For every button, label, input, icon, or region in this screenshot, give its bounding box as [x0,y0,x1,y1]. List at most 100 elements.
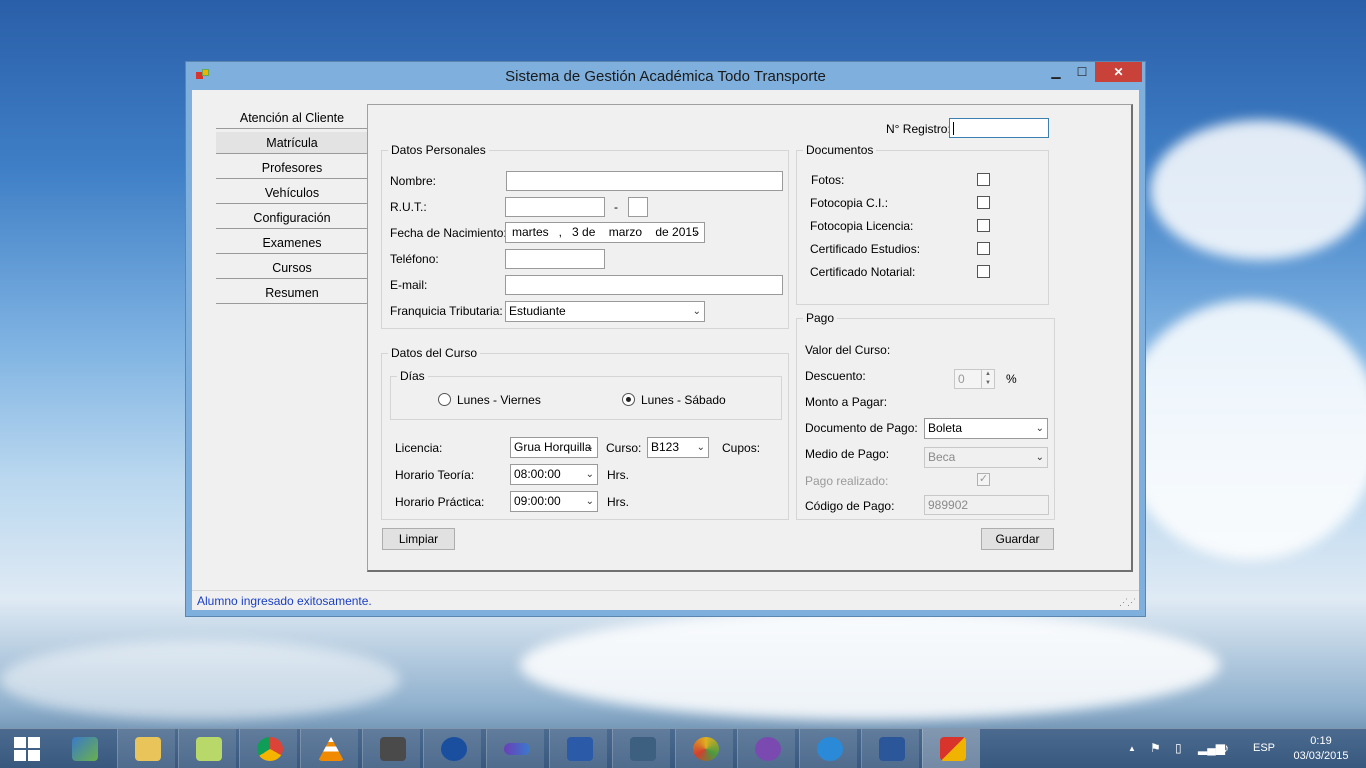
sublime-icon [380,737,406,761]
clock-date: 03/03/2015 [1293,750,1349,762]
taskbar-app-network-tool[interactable] [55,729,113,768]
chevron-down-icon: ⌄ [692,306,701,317]
rut-dv-input[interactable] [628,197,648,217]
registro-input[interactable] [949,118,1049,138]
valor-curso-label: Valor del Curso: [805,343,891,357]
medio-pago-select: Beca ⌄ [924,447,1048,468]
descuento-value: 0 [958,372,965,386]
doc-notarial-checkbox[interactable] [977,265,990,278]
tray-expand-icon[interactable]: ▲ [1128,744,1136,753]
taskbar-app-sublime[interactable] [362,729,420,768]
curso-value: B123 [651,440,680,454]
horario-teoria-select[interactable]: 08:00:00 ⌄ [510,464,598,485]
taskbar-app-powershell[interactable] [549,729,607,768]
taskbar-app-android-tool[interactable] [675,729,733,768]
lunes-sabado-label[interactable]: Lunes - Sábado [641,393,726,407]
clock-time: 0:19 [1310,735,1332,747]
horario-practica-label: Horario Práctica: [395,495,485,509]
text-caret [953,122,954,135]
franquicia-select[interactable]: Estudiante ⌄ [505,301,705,322]
nav-resumen[interactable]: Resumen [216,282,368,304]
datos-curso-title: Datos del Curso [388,346,481,360]
start-button[interactable] [14,737,40,761]
word-icon [879,737,905,761]
teoria-hrs-label: Hrs. [607,468,629,482]
pago-realizado-checkbox: ✓ [977,473,990,486]
taskbar-app-github[interactable] [737,729,795,768]
curso-select[interactable]: B123 ⌄ [647,437,709,458]
nav-cursos[interactable]: Cursos [216,257,368,279]
documento-pago-label: Documento de Pago: [805,421,918,435]
nombre-input[interactable] [506,171,783,191]
taskbar-app-bluetooth[interactable] [423,729,481,768]
nav-examenes[interactable]: Examenes [216,232,368,254]
doc-fotos-checkbox[interactable] [977,173,990,186]
franquicia-value: Estudiante [509,304,566,318]
documentos-title: Documentos [803,143,877,157]
chevron-down-icon: ⌄ [585,496,594,507]
taskbar-app-vlc[interactable] [300,729,358,768]
flag-icon[interactable]: ⚑ [1150,741,1161,755]
doc-estudios-checkbox[interactable] [977,242,990,255]
taskbar-app-infinity[interactable] [486,729,544,768]
taskbar-app-mysql-workbench[interactable] [612,729,670,768]
fecha-nacimiento-label: Fecha de Nacimiento: [390,226,507,240]
cupos-label: Cupos: [722,441,761,455]
doc-licencia-checkbox[interactable] [977,219,990,232]
android-tool-icon [693,737,719,761]
signal-icon[interactable]: ▂▄▆ [1198,741,1225,755]
taskbar-app-notes[interactable] [178,729,236,768]
close-button[interactable]: ✕ [1095,62,1142,82]
minimize-button[interactable]: ▁ [1046,62,1066,82]
taskbar-app-chrome[interactable] [239,729,297,768]
nav-configuracion[interactable]: Configuración [216,207,368,229]
doc-fotos-label: Fotos: [811,173,845,187]
descuento-stepper[interactable]: 0 ▲ ▼ [954,369,995,389]
radio-lunes-sabado[interactable] [622,393,635,406]
nav-matricula[interactable]: Matrícula [216,132,368,154]
practica-hrs-label: Hrs. [607,495,629,509]
chevron-down-icon: ⌄ [692,227,701,238]
chevron-down-icon: ⌄ [1035,452,1044,463]
nav-profesores[interactable]: Profesores [216,157,368,179]
limpiar-button[interactable]: Limpiar [382,528,455,550]
telefono-input[interactable] [505,249,605,269]
rut-separator: - [614,200,618,214]
licencia-select[interactable]: Grua Horquilla ⌄ [510,437,598,458]
maximize-button[interactable]: ☐ [1072,62,1092,82]
battery-icon[interactable]: ▯ [1175,741,1182,755]
doc-ci-checkbox[interactable] [977,196,990,209]
documento-pago-value: Boleta [928,421,963,435]
radio-lunes-viernes[interactable] [438,393,451,406]
desktop-cloud [1120,300,1366,560]
email-label: E-mail: [390,278,428,292]
guardar-button[interactable]: Guardar [981,528,1054,550]
title-bar[interactable]: Sistema de Gestión Académica Todo Transp… [186,62,1145,90]
monto-pagar-label: Monto a Pagar: [805,395,888,409]
chevron-down-icon: ⌄ [585,469,594,480]
fecha-nacimiento-picker[interactable]: martes , 3 de marzo de 2015 ⌄ [505,222,705,243]
rut-input[interactable] [505,197,605,217]
volume-icon[interactable]: ♪ [1223,741,1229,755]
horario-practica-select[interactable]: 09:00:00 ⌄ [510,491,598,512]
documento-pago-select[interactable]: Boleta ⌄ [924,418,1048,439]
taskbar-app-winforms[interactable] [922,729,980,768]
taskbar-app-word[interactable] [861,729,919,768]
taskbar-app-internet-explorer[interactable] [799,729,857,768]
clock[interactable]: 0:19 03/03/2015 [1290,734,1352,764]
spinner-arrows-icon[interactable]: ▲ ▼ [981,370,994,388]
lunes-viernes-label[interactable]: Lunes - Viernes [457,393,541,407]
medio-pago-label: Medio de Pago: [805,447,890,461]
documentos-group: Documentos Fotos: Fotocopia C.I.: Fotoco… [796,143,1049,305]
language-indicator[interactable]: ESP [1253,742,1275,754]
vlc-icon [318,737,344,761]
nav-vehiculos[interactable]: Vehículos [216,182,368,204]
descuento-label: Descuento: [805,369,866,383]
status-message: Alumno ingresado exitosamente. [197,594,372,608]
resize-grip-icon[interactable]: ⋰⋰ [1119,597,1136,608]
dias-title: Días [397,369,428,383]
taskbar-app-folder[interactable] [117,729,175,768]
nav-atencion-cliente[interactable]: Atención al Cliente [216,107,368,129]
doc-ci-label: Fotocopia C.I.: [810,196,889,210]
email-input[interactable] [505,275,783,295]
